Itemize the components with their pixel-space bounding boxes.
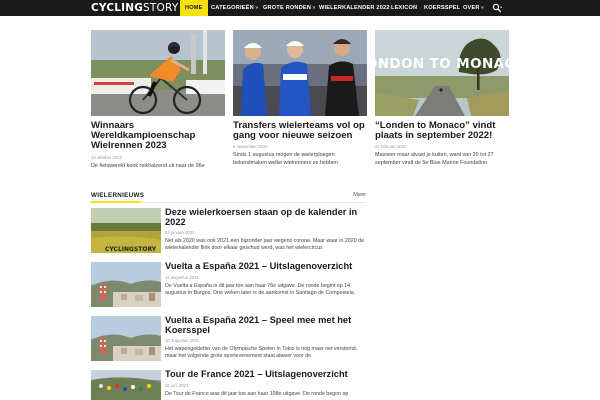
image-watermark-text: CYCLINGSTORY	[105, 246, 157, 253]
article-excerpt: Het wapengekletter van de Olympische Spe…	[165, 346, 358, 360]
chevron-down-icon: ˅	[312, 5, 316, 10]
nav-item-label: WIELERKALENDER 2022	[319, 5, 390, 11]
nav-item-categorieen[interactable]: CATEGORIEËN ˅	[211, 0, 258, 16]
image-overlay-text: LONDON TO MONACO	[375, 56, 509, 72]
featured-article-card[interactable]: Transfers wielerteams vol op gang voor n…	[233, 30, 367, 167]
article-excerpt: Net als 2020 was ook 2021 een bijzonder …	[165, 238, 365, 252]
article-date: 26 juni 2021	[165, 382, 189, 388]
article-thumbnail[interactable]: CYCLINGSTORY	[91, 208, 161, 253]
article-image[interactable]	[233, 30, 367, 116]
article-title[interactable]: Vuelta a España 2021 – Uitslagenoverzich…	[165, 261, 366, 272]
nav-item-label: GROTE RONDEN	[263, 5, 312, 11]
article-excerpt: De Vuelta a España is dit jaar toe aan h…	[165, 282, 356, 296]
article-date: 10 augustus 2021	[165, 338, 200, 344]
list-item[interactable]: CYCLINGSTORY Deze wielerkoersen staan op…	[91, 207, 366, 254]
article-title[interactable]: Winnaars Wereldkampioenschap Wielrennen …	[91, 120, 225, 152]
article-thumbnail[interactable]	[91, 316, 161, 361]
logo-text-light: STORY	[143, 2, 179, 14]
article-date: 23 februari 2022	[375, 144, 407, 150]
nav-item-home[interactable]: HOME	[180, 0, 208, 16]
list-item[interactable]: Tour de France 2021 – Uitslagenoverzicht…	[91, 369, 366, 400]
article-date: 5 september 2022	[233, 144, 268, 150]
article-date: 10 oktober 2023	[91, 154, 123, 160]
nav-item-label: HOME	[185, 5, 203, 11]
list-item[interactable]: Vuelta a España 2021 – Speel mee met het…	[91, 315, 366, 362]
section-title: WIELERNIEUWS	[91, 192, 145, 203]
nav-item-label: OVER	[463, 5, 480, 11]
list-item[interactable]: Vuelta a España 2021 – Uitslagenoverzich…	[91, 261, 366, 308]
article-thumbnail[interactable]	[91, 262, 161, 307]
article-date: 11 augustus 2021	[165, 274, 199, 280]
top-navigation-bar: CYCLING STORY HOME CATEGORIEËN ˅ GROTE RON…	[0, 0, 600, 16]
search-icon[interactable]	[492, 3, 502, 13]
site-logo[interactable]: CYCLING STORY	[91, 2, 178, 14]
article-title[interactable]: “Londen to Monaco” vindt plaats in septe…	[375, 120, 509, 141]
nav-item-lexicon[interactable]: LEXICON	[391, 0, 417, 16]
chevron-down-icon: ˅	[255, 5, 259, 10]
featured-article-card[interactable]: Winnaars Wereldkampioenschap Wielrennen …	[91, 30, 225, 170]
article-title[interactable]: Deze wielerkoersen staan op de kalender …	[165, 207, 366, 227]
article-image[interactable]	[91, 30, 225, 116]
article-title[interactable]: Vuelta a España 2021 – Speel mee met het…	[165, 315, 366, 335]
article-thumbnail[interactable]	[91, 370, 161, 400]
nav-item-label: CATEGORIEËN	[211, 5, 254, 11]
nav-item-label: LEXICON	[391, 5, 418, 11]
more-link[interactable]: Meer	[353, 192, 366, 198]
chevron-down-icon: ˅	[481, 5, 484, 10]
article-title[interactable]: Tour de France 2021 – Uitslagenoverzicht	[165, 369, 366, 380]
nav-item-over[interactable]: OVER ˅	[463, 0, 484, 16]
featured-article-card[interactable]: LONDON TO MONACO “Londen to Monaco” vind…	[375, 30, 509, 167]
logo-text-bold: CYCLING	[91, 2, 144, 14]
section-header: WIELERNIEUWS Meer	[91, 191, 366, 203]
article-image[interactable]: LONDON TO MONACO	[375, 30, 509, 116]
nav-item-grote-ronden[interactable]: GROTE RONDEN ˅	[263, 0, 315, 16]
article-date: 23 januari 2022	[165, 230, 195, 236]
nav-item-label: KOERSSPEL	[424, 5, 461, 11]
article-title[interactable]: Transfers wielerteams vol op gang voor n…	[233, 120, 367, 141]
article-excerpt: Masseer maar alvast je kuiten, want van …	[375, 152, 494, 166]
article-excerpt: De fietswereld keek reikhalzend uit naar…	[91, 162, 205, 169]
nav-item-wielerkalender[interactable]: WIELERKALENDER 2022	[319, 0, 390, 16]
nav-item-koersspel[interactable]: KOERSSPEL	[424, 0, 460, 16]
article-excerpt: De Tour de France was dit jaar toe aan h…	[165, 390, 349, 397]
article-excerpt: Sinds 1 augustus mogen de wielerploegen …	[233, 152, 338, 166]
